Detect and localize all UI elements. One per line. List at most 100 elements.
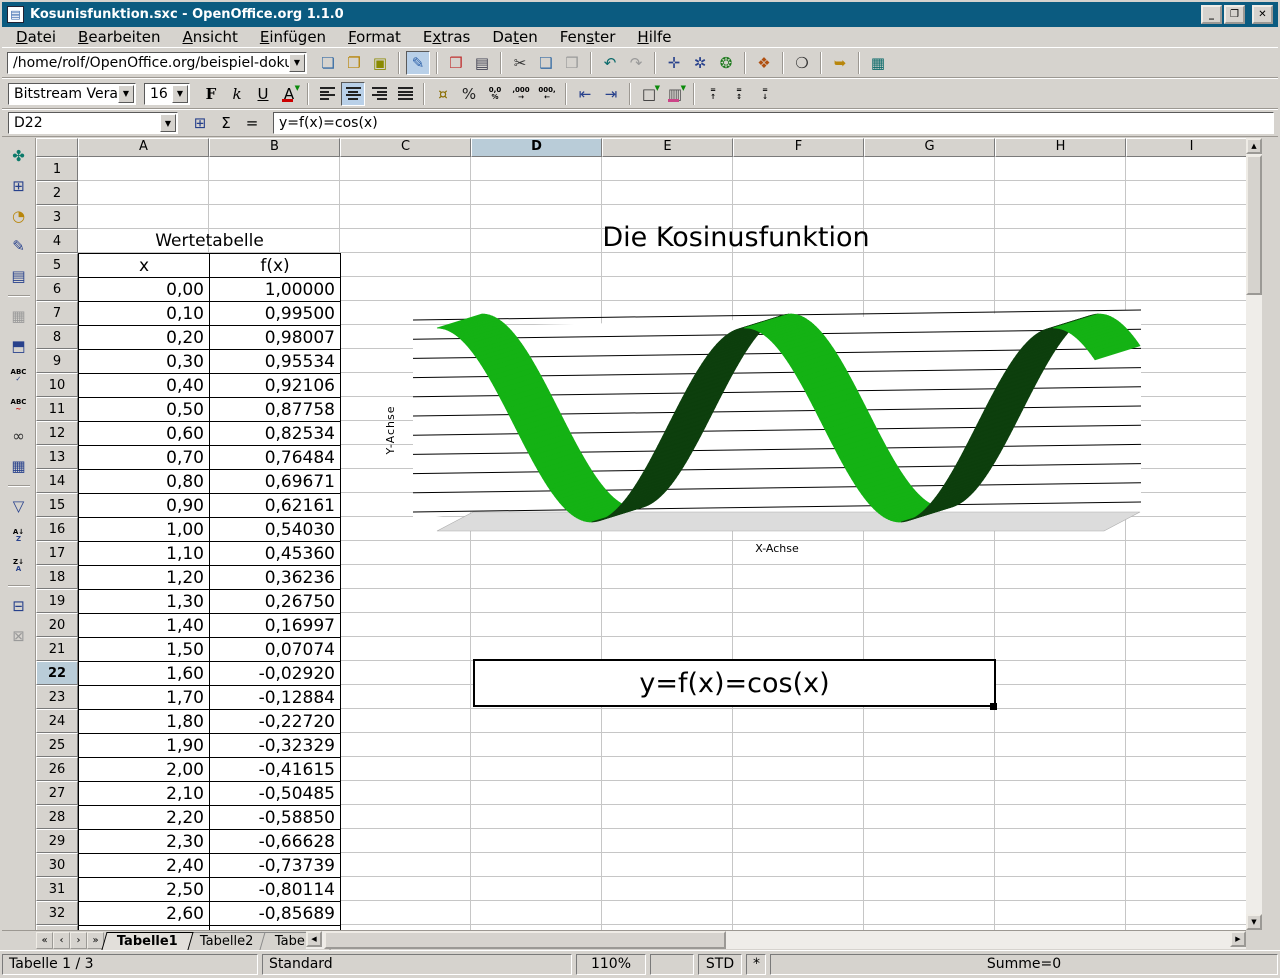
cell-x-value[interactable]: 0,30 [79, 350, 210, 374]
paste-icon[interactable]: ❒ [560, 51, 584, 75]
column-header-I[interactable]: I [1126, 138, 1246, 157]
cell-fx-value[interactable]: 0,16997 [210, 614, 341, 638]
cell-fx-value[interactable]: 0,92106 [210, 374, 341, 398]
autopilot-icon[interactable]: ➥ [828, 51, 852, 75]
find-replace-icon[interactable]: ∞ [6, 423, 32, 449]
table-title-cell[interactable]: Wertetabelle [78, 229, 341, 253]
cell-fx-value[interactable]: 0,99500 [210, 302, 341, 326]
tab-nav-icon-1[interactable]: ‹ [53, 932, 70, 949]
cell-fx-value[interactable]: 0,95534 [210, 350, 341, 374]
cell-x-value[interactable]: 1,70 [79, 686, 210, 710]
background-color-icon[interactable]: ▥▼ [663, 82, 687, 106]
cell-fx-value[interactable]: 0,69671 [210, 470, 341, 494]
autospellcheck-icon[interactable]: ABC∼ [6, 393, 32, 419]
save-icon[interactable]: ▣ [368, 51, 392, 75]
formula-textbox[interactable]: y=f(x)=cos(x) [473, 659, 996, 707]
row-header-15[interactable]: 15 [36, 493, 78, 517]
cell-x-value[interactable]: 2,20 [79, 806, 210, 830]
row-header-25[interactable]: 25 [36, 733, 78, 757]
row-header-28[interactable]: 28 [36, 805, 78, 829]
dropdown-arrow-icon[interactable]: ▼ [655, 84, 660, 92]
zoom-icon[interactable]: ❍ [790, 51, 814, 75]
cell-fx-value[interactable]: -0,85689 [210, 902, 341, 926]
row-header-1[interactable]: 1 [36, 157, 78, 181]
cell-x-value[interactable]: 0,20 [79, 326, 210, 350]
cell-x-value[interactable]: 1,50 [79, 638, 210, 662]
row-header-20[interactable]: 20 [36, 613, 78, 637]
column-header-G[interactable]: G [864, 138, 995, 157]
cell-fx-value[interactable]: -0,50485 [210, 782, 341, 806]
sheet-tab-tabelle2[interactable]: Tabelle2 [184, 932, 269, 950]
scroll-up-icon[interactable]: ▲ [1246, 138, 1262, 154]
decrease-indent-icon[interactable]: ⇤ [573, 82, 597, 106]
align-justify-icon[interactable] [393, 82, 417, 106]
cell-fx-value[interactable]: -0,02920 [210, 662, 341, 686]
undo-icon[interactable]: ↶ [598, 51, 622, 75]
vertical-scroll-thumb[interactable] [1246, 155, 1262, 295]
insert-cells-icon[interactable]: ⊞ [6, 173, 32, 199]
row-header-4[interactable]: 4 [36, 229, 78, 253]
standard-format-icon[interactable]: 0,0% [483, 82, 507, 106]
row-header-10[interactable]: 10 [36, 373, 78, 397]
row-header-29[interactable]: 29 [36, 829, 78, 853]
cell-fx-value[interactable]: -0,66628 [210, 830, 341, 854]
new-document-icon[interactable]: ❏ [316, 51, 340, 75]
row-header-21[interactable]: 21 [36, 637, 78, 661]
open-icon[interactable]: ❐ [342, 51, 366, 75]
increase-indent-icon[interactable]: ⇥ [599, 82, 623, 106]
menu-item-ansicht[interactable]: Ansicht [171, 27, 248, 47]
cell-x-value[interactable]: 0,70 [79, 446, 210, 470]
align-left-icon[interactable] [315, 82, 339, 106]
url-dropdown-icon[interactable]: ▼ [289, 54, 305, 72]
navigator-icon[interactable]: ✛ [662, 51, 686, 75]
formula-input[interactable]: y=f(x)=cos(x) [273, 112, 1274, 134]
cell-fx-value[interactable]: -0,41615 [210, 758, 341, 782]
cell-x-value[interactable]: 2,30 [79, 830, 210, 854]
font-size-dropdown-icon[interactable]: ▼ [172, 85, 188, 103]
tab-nav-icon-2[interactable]: › [70, 932, 87, 949]
cell-x-value[interactable]: 0,50 [79, 398, 210, 422]
cell-fx-value[interactable]: -0,80114 [210, 878, 341, 902]
gallery-icon[interactable]: ❖ [752, 51, 776, 75]
function-wizard-icon[interactable]: ⊞ [188, 111, 212, 135]
insert-icon[interactable]: ✤ [6, 143, 32, 169]
cell-x-value[interactable]: 1,20 [79, 566, 210, 590]
insert-object-icon[interactable]: ◔ [6, 203, 32, 229]
row-header-26[interactable]: 26 [36, 757, 78, 781]
spreadsheet-area[interactable]: ABCDEFGHI 123456789101112131415161718192… [36, 138, 1246, 930]
column-header-C[interactable]: C [340, 138, 471, 157]
cell-x-value[interactable]: 2,10 [79, 782, 210, 806]
row-header-11[interactable]: 11 [36, 397, 78, 421]
export-pdf-icon[interactable]: ❒ [444, 51, 468, 75]
row-header-24[interactable]: 24 [36, 709, 78, 733]
cell-x-value[interactable]: 0,60 [79, 422, 210, 446]
font-size-combobox[interactable]: 16 ▼ [144, 83, 190, 105]
cell-fx-value[interactable]: 0,45360 [210, 542, 341, 566]
select-all-corner[interactable] [36, 138, 78, 157]
cell-fx-value[interactable]: -0,22720 [210, 710, 341, 734]
form-controls-icon[interactable]: ▤ [6, 263, 32, 289]
edit-file-icon[interactable]: ✎ [406, 51, 430, 75]
font-name-dropdown-icon[interactable]: ▼ [118, 85, 134, 103]
menu-item-hilfe[interactable]: Hilfe [626, 27, 682, 47]
dropdown-arrow-icon[interactable]: ▼ [681, 84, 686, 92]
function-equals-icon[interactable]: = [240, 111, 264, 135]
cell-x-value[interactable]: 2,00 [79, 758, 210, 782]
group-icon[interactable]: ⊟ [6, 593, 32, 619]
add-decimal-icon[interactable]: ,000→ [509, 82, 533, 106]
url-combobox[interactable]: /home/rolf/OpenOffice.org/beispiel-doku … [7, 52, 307, 74]
cell-x-value[interactable]: 1,60 [79, 662, 210, 686]
cell-x-value[interactable]: 1,90 [79, 734, 210, 758]
autofilter-icon[interactable]: ▽ [6, 493, 32, 519]
restore-button[interactable]: ❐ [1224, 5, 1245, 24]
menu-item-extras[interactable]: Extras [412, 27, 481, 47]
percent-format-icon[interactable]: % [457, 82, 481, 106]
table-header-x[interactable]: x [79, 254, 210, 278]
font-name-combobox[interactable]: Bitstream Vera S ▼ [8, 83, 136, 105]
cell-x-value[interactable]: 0,00 [79, 278, 210, 302]
cell-fx-value[interactable]: 0,87758 [210, 398, 341, 422]
cell-fx-value[interactable]: 0,62161 [210, 494, 341, 518]
row-header-9[interactable]: 9 [36, 349, 78, 373]
row-header-18[interactable]: 18 [36, 565, 78, 589]
row-header-31[interactable]: 31 [36, 877, 78, 901]
